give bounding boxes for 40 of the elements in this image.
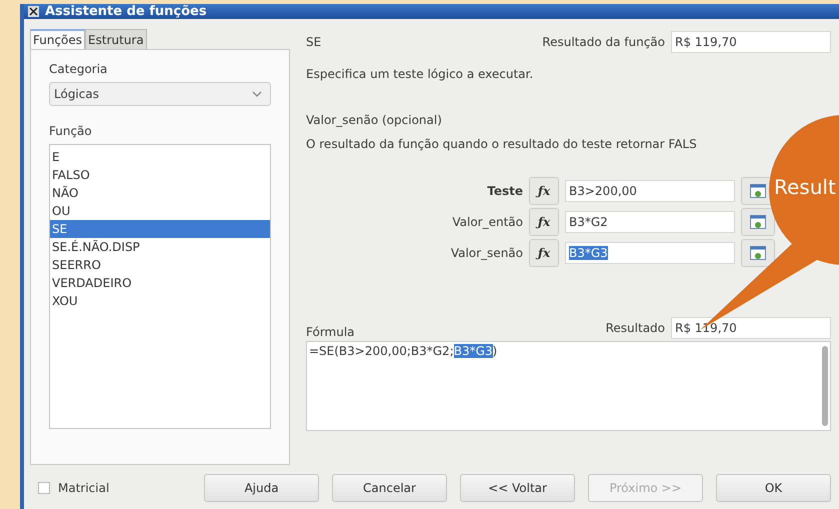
list-item[interactable]: VERDADEIRO bbox=[50, 274, 270, 292]
window-title: Assistente de funções bbox=[45, 4, 207, 19]
list-item[interactable]: OU bbox=[50, 202, 270, 220]
function-wizard-button[interactable]: ƒx bbox=[529, 208, 559, 236]
dialog-button[interactable]: OK bbox=[716, 474, 831, 502]
function-wizard-button[interactable]: ƒx bbox=[529, 239, 559, 267]
tab[interactable]: Estrutura bbox=[85, 29, 147, 49]
argument-description: O resultado da função quando o resultado do teste retornar FALS bbox=[306, 137, 698, 151]
matricial-label: Matricial bbox=[58, 481, 110, 495]
argument-label: Valor_senão bbox=[450, 246, 523, 260]
argument-label: Teste bbox=[487, 184, 523, 198]
argument-title: Valor_senão (opcional) bbox=[306, 113, 443, 127]
list-item[interactable]: SEERRO bbox=[50, 256, 270, 274]
list-item[interactable]: XOU bbox=[50, 292, 270, 310]
function-description: Especifica um teste lógico a executar. bbox=[306, 67, 534, 81]
tab[interactable]: Funções bbox=[30, 29, 86, 49]
argument-field[interactable]: B3>200,00 bbox=[565, 180, 735, 202]
formula-editor[interactable]: =SE(B3>200,00;B3*G2;B3*G3) bbox=[306, 341, 831, 431]
argument-field[interactable]: B3*G3 bbox=[565, 242, 735, 264]
list-item[interactable]: SE.É.NÃO.DISP bbox=[50, 238, 270, 256]
function-wizard-button[interactable]: ƒx bbox=[529, 177, 559, 205]
result-field: R$ 119,70 bbox=[671, 317, 831, 339]
function-name: SE bbox=[306, 35, 322, 49]
argument-field[interactable]: B3*G2 bbox=[565, 211, 735, 233]
list-item[interactable]: SE bbox=[50, 220, 270, 238]
argument-label: Valor_então bbox=[452, 215, 523, 229]
function-label: Função bbox=[49, 124, 93, 138]
dialog-button[interactable]: << Voltar bbox=[460, 474, 575, 502]
formula-label: Fórmula bbox=[306, 325, 355, 339]
function-result-field: R$ 119,70 bbox=[671, 31, 831, 53]
category-dropdown[interactable]: Lógicas bbox=[49, 82, 271, 106]
dialog-button[interactable]: Ajuda bbox=[204, 474, 319, 502]
category-label: Categoria bbox=[49, 62, 108, 76]
function-result-label: Resultado da função bbox=[542, 35, 665, 49]
callout-text: Result bbox=[774, 175, 836, 199]
list-item[interactable]: FALSO bbox=[50, 166, 270, 184]
list-item[interactable]: NÃO bbox=[50, 184, 270, 202]
result-label: Resultado bbox=[606, 321, 665, 335]
dialog-button[interactable]: Cancelar bbox=[332, 474, 447, 502]
list-item[interactable]: E bbox=[50, 148, 270, 166]
